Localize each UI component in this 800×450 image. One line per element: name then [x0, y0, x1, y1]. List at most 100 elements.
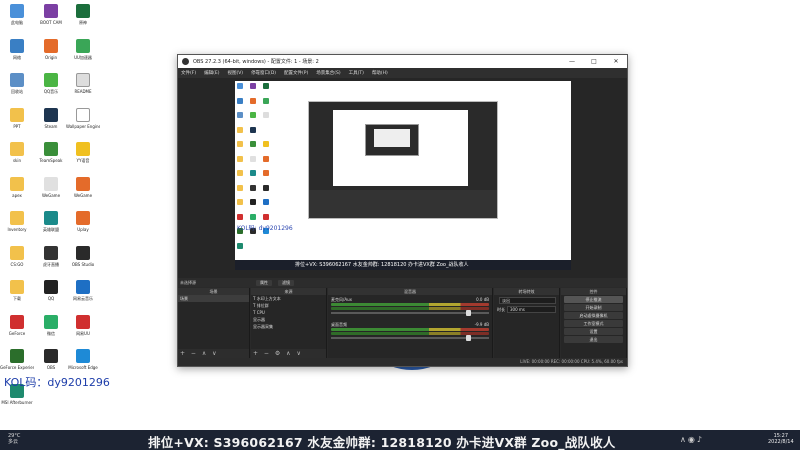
preview-mini-icon [237, 112, 243, 118]
preview-mini-icon [250, 155, 256, 162]
desktop-icon-label: Microsoft Edge [68, 365, 98, 370]
source-item[interactable]: T 排位群 [251, 302, 326, 309]
desktop-icon-label: Origin [44, 54, 58, 60]
close-icon[interactable]: ✕ [605, 58, 627, 65]
menu-profile[interactable]: 配置文件(P) [284, 70, 308, 76]
desktop-icon-label: 虎牙直播 [43, 261, 59, 267]
app-icon [76, 211, 90, 225]
duration-input[interactable]: 300 ms [507, 306, 556, 313]
app-icon [10, 38, 24, 53]
obs-menubar: 文件(F) 编辑(E) 视图(V) 停靠窗口(D) 配置文件(P) 场景集合(S… [178, 68, 627, 78]
studio-mode-button[interactable]: 工作室模式 [564, 320, 623, 327]
desktop-icon-label: WeGame [41, 192, 61, 198]
menu-file[interactable]: 文件(F) [181, 70, 196, 76]
system-tray[interactable]: ∧◉♪ [680, 435, 704, 444]
preview-mini-icon [237, 83, 243, 89]
desktop-icon-label: Uplay [77, 227, 89, 232]
preview-mini-icon [250, 83, 256, 89]
app-icon [44, 280, 58, 294]
desktop-icon-label: QQ [47, 296, 55, 301]
app-icon [10, 142, 24, 156]
desktop-icon-label: 网络 [13, 54, 21, 60]
desktop-icon-label: OBS [46, 365, 56, 370]
preview-mini-icon [263, 112, 269, 118]
audio-mixer-dock: 混音器 麦克风/Aux 0.0 dB 桌面音频 -9.9 dB [328, 288, 493, 358]
exit-button[interactable]: 退出 [564, 336, 623, 343]
tray-up-icon[interactable]: ∧ [680, 435, 688, 444]
obs-window-title: OBS 27.2.3 (64-bit, windows) - 配置文件: 1 -… [193, 59, 319, 65]
volume-meter [331, 303, 489, 306]
source-item[interactable]: 显示器采集 [251, 323, 326, 330]
stop-streaming-button[interactable]: 停止推流 [564, 296, 623, 303]
app-icon [76, 245, 90, 260]
scenes-dock-title: 场景 [178, 288, 249, 295]
preview-mini-icon [263, 97, 269, 104]
transitions-dock-title: 转场特效 [494, 288, 559, 295]
app-icon [76, 107, 90, 122]
mixer-track-desktop: 桌面音频 -9.9 dB [328, 320, 492, 341]
preview-mini-icon [237, 126, 243, 133]
weather-text: 多云 [8, 439, 19, 445]
weather-widget[interactable]: 29°C 多云 [8, 433, 20, 445]
preview-mini-icon [263, 83, 269, 89]
settings-button[interactable]: 设置 [564, 328, 623, 335]
minimize-icon[interactable]: — [561, 58, 583, 65]
desktop-icon-label: UU加速器 [74, 54, 92, 60]
menu-scene-collection[interactable]: 场景集合(S) [316, 70, 340, 76]
preview-mini-icon [250, 97, 256, 104]
desktop-icon-label: TeamSpeak [39, 158, 63, 163]
source-item[interactable]: T 水印上方文本 [251, 295, 326, 302]
maximize-icon[interactable]: □ [583, 58, 605, 65]
app-icon [44, 142, 58, 156]
scene-item[interactable]: 场景 [178, 295, 249, 302]
desktop: 此电脑 BOOT CAM 原神 网络 Origin UU加速器 回收站 QQ音乐 README P… [0, 0, 800, 430]
menu-tools[interactable]: 工具(T) [349, 70, 364, 76]
menu-docks[interactable]: 停靠窗口(D) [251, 70, 276, 76]
menu-view[interactable]: 视图(V) [227, 70, 243, 76]
preview-mini-icon [237, 242, 243, 249]
menu-edit[interactable]: 编辑(E) [204, 70, 219, 76]
start-recording-button[interactable]: 开始录制 [564, 304, 623, 311]
no-source-label: 未选择源 [180, 279, 196, 285]
network-icon[interactable]: ◉ [688, 435, 697, 444]
volume-icon[interactable]: ♪ [697, 435, 704, 444]
volume-slider[interactable] [331, 310, 489, 316]
source-item[interactable]: 显示器 [251, 316, 326, 323]
virtual-camera-button[interactable]: 启动虚拟摄像机 [564, 312, 623, 319]
desktop-icon-label: Steam [44, 123, 58, 129]
preview-area: KOL码: dy9201296 排位+VX: S396062167 水友金帅群:… [178, 78, 627, 278]
properties-button[interactable]: 属性 [256, 279, 272, 286]
desktop-icon-label: 下载 [13, 296, 21, 301]
duration-label: 时长 [497, 306, 505, 312]
mixer-track-name: 桌面音频 [331, 322, 347, 327]
sources-dock-toolbar[interactable]: + − ⚙ ∧ ∨ [251, 349, 326, 358]
menu-help[interactable]: 帮助(H) [372, 70, 388, 76]
preview-kol-text: KOL码: dy9201296 [237, 225, 293, 232]
desktop-icon-label: OBS Studio [71, 261, 95, 267]
filters-button[interactable]: 滤镜 [278, 279, 294, 286]
sources-dock: 来源 T 水印上方文本 T 排位群 T CPU 显示器 显示器采集 + − ⚙ … [251, 288, 327, 358]
app-icon [10, 280, 24, 294]
sources-dock-title: 来源 [251, 288, 326, 295]
scenes-dock-toolbar[interactable]: + − ∧ ∨ [178, 349, 249, 358]
preview-mini-icon [263, 213, 269, 220]
volume-slider[interactable] [331, 335, 489, 341]
app-icon [10, 211, 24, 225]
preview-mini-icon [250, 141, 256, 147]
app-icon [10, 107, 24, 122]
desktop-icon-label: 此电脑 [11, 20, 23, 25]
desktop-icon-label: 回收站 [11, 89, 23, 94]
app-icon [76, 314, 90, 329]
source-item[interactable]: T CPU [251, 309, 326, 316]
obs-titlebar[interactable]: OBS 27.2.3 (64-bit, windows) - 配置文件: 1 -… [178, 55, 627, 68]
preview-mini-icon [250, 184, 256, 191]
transitions-dock: 转场特效 淡出 时长 300 ms [494, 288, 560, 358]
preview-canvas[interactable]: KOL码: dy9201296 排位+VX: S396062167 水友金帅群:… [235, 81, 571, 270]
desktop-icon-label: 英雄联盟 [43, 227, 59, 232]
transition-type-select[interactable]: 淡出 [499, 297, 556, 304]
preview-mini-icon [263, 199, 269, 205]
app-icon [10, 4, 24, 18]
obs-window[interactable]: OBS 27.2.3 (64-bit, windows) - 配置文件: 1 -… [177, 54, 628, 367]
preview-mini-icon [237, 184, 243, 191]
taskbar-clock[interactable]: 15:27 2022/8/14 [768, 433, 794, 445]
